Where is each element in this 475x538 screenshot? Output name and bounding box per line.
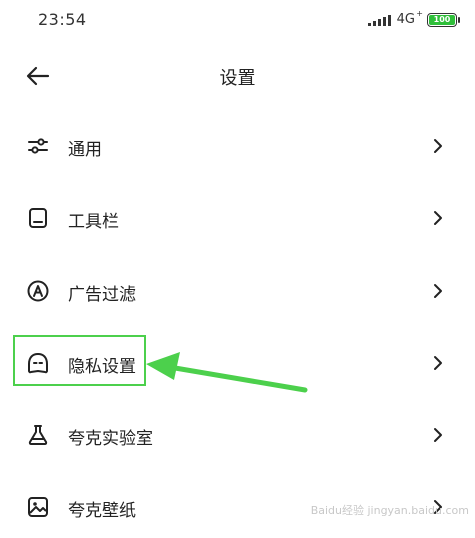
settings-item-label: 夸克壁纸	[68, 501, 136, 521]
status-indicators: 4G + 100	[367, 9, 460, 27]
settings-item-label: 工具栏	[68, 212, 119, 232]
status-time: 23:54	[38, 10, 87, 29]
image-icon	[28, 497, 48, 517]
chevron-right-icon	[434, 211, 442, 225]
settings-item-toolbar[interactable]: 工具栏	[0, 189, 475, 249]
watermark: Baidu经验 jingyan.baidu.com	[310, 504, 469, 517]
sliders-icon	[28, 138, 48, 154]
chevron-right-icon	[434, 284, 442, 298]
ad-filter-icon	[27, 280, 49, 302]
annotation-arrow-icon	[146, 352, 308, 393]
battery-icon: 100	[427, 12, 460, 27]
network-type: 4G +	[396, 9, 423, 27]
status-bar: 23:54 4G + 100	[0, 0, 475, 40]
network-label: 4G	[396, 12, 415, 27]
battery-level: 100	[433, 15, 451, 24]
toolbar-icon	[29, 208, 47, 228]
settings-item-label: 夸克实验室	[68, 429, 153, 449]
settings-item-general[interactable]: 通用	[0, 117, 475, 177]
settings-item-ad-filter[interactable]: 广告过滤	[0, 262, 475, 322]
settings-item-label: 通用	[68, 140, 102, 160]
signal-icon	[367, 14, 391, 26]
chevron-right-icon	[434, 428, 442, 442]
flask-icon	[28, 425, 48, 445]
header: 设置	[0, 52, 475, 98]
settings-item-label: 广告过滤	[68, 285, 136, 305]
highlight-box	[13, 335, 146, 386]
battery-fill: 100	[429, 14, 455, 25]
page-title: 设置	[219, 68, 256, 89]
chevron-right-icon	[434, 356, 442, 370]
network-sup: +	[416, 9, 423, 18]
settings-item-lab[interactable]: 夸克实验室	[0, 406, 475, 466]
chevron-right-icon	[434, 139, 442, 153]
